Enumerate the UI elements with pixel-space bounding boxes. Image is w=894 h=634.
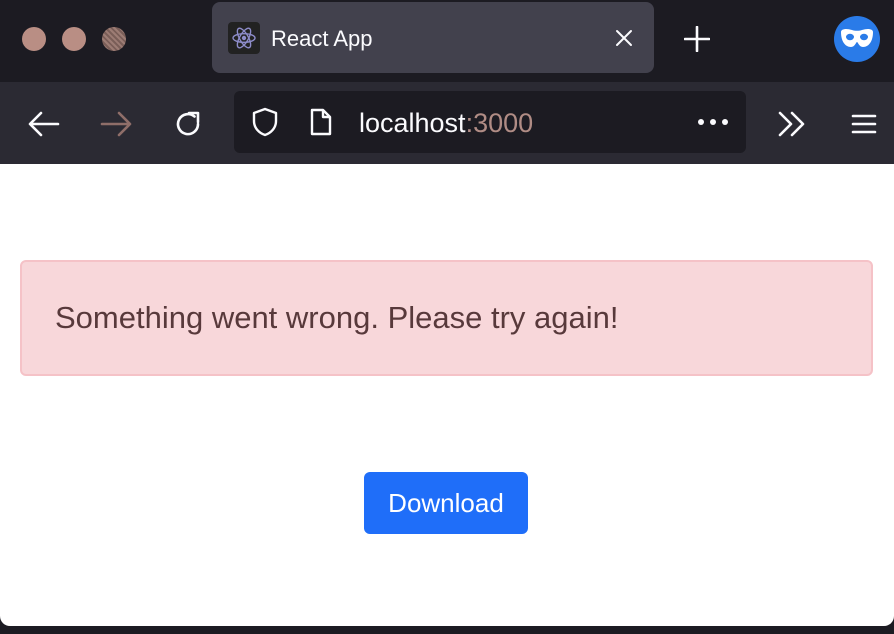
url-bar[interactable]: localhost:3000 [234,91,746,153]
tab-title: React App [271,26,373,51]
page-content: Something went wrong. Please try again! … [0,164,894,626]
reload-icon[interactable] [168,104,208,144]
window-zoom-button[interactable] [102,27,126,51]
error-alert: Something went wrong. Please try again! [20,260,873,376]
account-avatar-icon[interactable] [834,16,880,62]
forward-arrow-icon[interactable] [96,104,136,144]
tab-react-app[interactable]: React App [212,2,654,73]
window-close-button[interactable] [22,27,46,51]
ellipsis-icon[interactable] [696,107,730,137]
url-text[interactable]: localhost:3000 [359,108,533,138]
navigation-toolbar: localhost:3000 [0,82,894,164]
alert-message: Something went wrong. Please try again! [55,300,619,335]
hamburger-menu-icon[interactable] [844,104,884,144]
tab-bar: React App [0,0,894,82]
react-icon [228,22,260,54]
tab-close-icon[interactable] [612,26,636,50]
browser-window: React App localhost:3000 Something went … [0,0,894,634]
download-button[interactable]: Download [364,472,528,534]
back-arrow-icon[interactable] [24,104,64,144]
chevrons-right-icon[interactable] [772,104,812,144]
window-minimize-button[interactable] [62,27,86,51]
url-port: :3000 [465,108,534,138]
new-tab-plus-icon[interactable] [682,24,712,54]
shield-icon[interactable] [250,107,280,137]
url-host: localhost [359,108,466,138]
page-icon[interactable] [306,107,336,137]
